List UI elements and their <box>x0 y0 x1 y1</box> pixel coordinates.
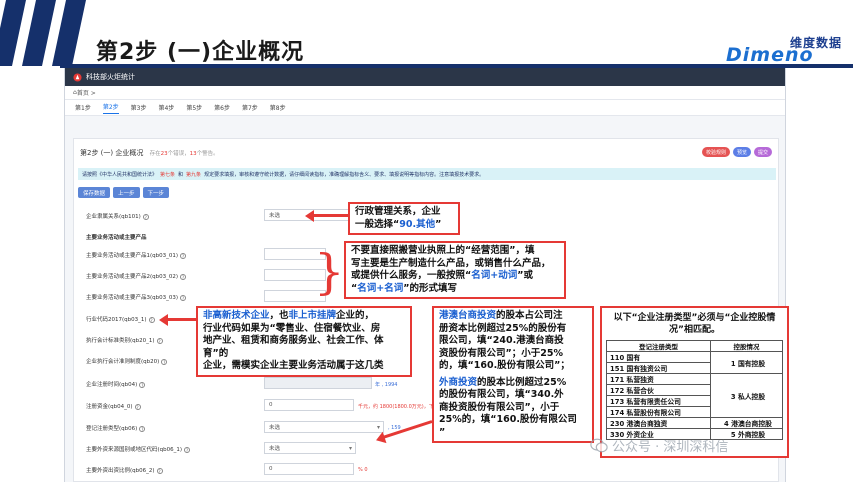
panel-error-summary: 存在23个错误，13个警告。 <box>149 151 219 157</box>
arrow-industry-code <box>159 313 196 326</box>
watermark: 公众号 · 深圳深科信 <box>590 436 728 455</box>
tab-step-7[interactable]: 第7步 <box>242 103 258 112</box>
preview-button[interactable]: 预览 <box>732 147 751 157</box>
check-rules-button[interactable]: 校验规则 <box>701 147 730 157</box>
action-bar: 保存数据 上一步 下一步 <box>78 187 170 198</box>
app-logo-icon <box>73 72 82 82</box>
dimeno-logo: 维度数据 Dimeno <box>716 32 848 66</box>
slide-title: 第2步 (一)企业概况 <box>96 40 305 65</box>
foreign-ratio-hint: % 0 <box>358 467 368 473</box>
registration-type-select[interactable]: 未选 <box>264 421 384 433</box>
callout-registration-type: 港澳台商投资的股本占公司注 册资本比例超过25%的股份有 限公司，填“240.港… <box>432 306 594 443</box>
registration-control-table: 登记注册类型 控股情况 110 国有 1 国有控股 151 国有独资公司 171… <box>606 340 784 440</box>
tab-step-2[interactable]: 第2步 <box>102 102 119 114</box>
breadcrumb-text[interactable]: 首页 > <box>77 88 96 97</box>
step-tabs: 第1步 第2步 第3步 第4步 第5步 第6步 第7步 第8步 <box>65 100 785 116</box>
help-icon: ? <box>142 213 149 220</box>
help-icon: ? <box>156 467 163 474</box>
foreign-country-label: 主要外资来源国别或地区代码(qb06_1)? <box>86 446 191 453</box>
tab-step-3[interactable]: 第3步 <box>131 103 147 112</box>
header-chevron-decoration <box>0 0 86 66</box>
next-step-button[interactable]: 下一步 <box>142 187 170 198</box>
registered-capital-hint: 千元，约 1800(1800.0万元)，下限 <box>358 404 439 410</box>
arrow-admin-relation <box>305 209 348 222</box>
watermark-text: 公众号 · 深圳深科信 <box>612 440 729 455</box>
table-row: 230 港澳台商独资 4 港澳台商控股 <box>606 417 784 429</box>
industry-code-label: 行业代码2017(qb03_1)? <box>86 316 155 323</box>
app-top-bar: 科技部火炬统计 <box>65 68 785 86</box>
callout-industry-code: 非高新技术企业，也非上市挂牌企业的， 行业代码如果为“零售业、住宿餐饮业、房 地… <box>196 306 412 377</box>
help-icon: ? <box>156 337 163 344</box>
tab-step-8[interactable]: 第8步 <box>270 103 286 112</box>
admin-relation-label: 企业隶属关系(qb101)? <box>86 213 149 220</box>
tab-step-6[interactable]: 第6步 <box>214 103 230 112</box>
submit-button[interactable]: 提交 <box>753 147 772 157</box>
table-row: 110 国有 1 国有控股 <box>606 351 784 374</box>
product2-label: 主要业务活动或主要产品2(qb03_02)? <box>86 273 187 280</box>
help-icon: ? <box>139 381 146 388</box>
product3-label: 主要业务活动或主要产品3(qb03_03)? <box>86 294 187 301</box>
callout-main-products: 不要直接照搬营业执照上的“经营范围”，填 写主要是生产制造什么产品，或销售什么产… <box>344 241 566 299</box>
help-icon: ? <box>148 316 155 323</box>
tab-step-4[interactable]: 第4步 <box>158 103 174 112</box>
help-icon: ? <box>180 252 187 259</box>
product1-label: 主要业务活动或主要产品1(qb03_01)? <box>86 252 187 259</box>
callout-admin-relation: 行政管理关系，企业 一般选择“90.其他” <box>348 202 460 235</box>
save-data-button[interactable]: 保存数据 <box>78 187 111 198</box>
registration-type-label: 登记注册类型(qb06)? <box>86 425 146 432</box>
table-title: 以下“企业注册类型”必须与“企业控股情况”相匹配。 <box>613 313 776 335</box>
slide: 第2步 (一)企业概况 维度数据 Dimeno 科技部火炬统计 ⌂ 首页 > 第… <box>0 0 853 482</box>
accounting-system-label: 企业执行会计准则制度(qb20)? <box>86 358 168 365</box>
brace-products: } <box>314 244 345 300</box>
registration-time-input[interactable] <box>264 377 372 389</box>
foreign-country-select[interactable]: 未选 <box>264 442 356 454</box>
registered-capital-input[interactable]: 0 <box>264 399 354 411</box>
panel-title: 第2步 (一) 企业概况 存在23个错误，13个警告。 <box>80 148 219 158</box>
registered-capital-label: 注册资金(qb04_0)? <box>86 403 141 410</box>
breadcrumb: ⌂ 首页 > <box>65 86 785 100</box>
panel-header-buttons: 校验规则 预览 提交 <box>701 147 772 157</box>
accounting-standard-label: 执行会计标准类别(qb20_1)? <box>86 337 163 344</box>
help-icon: ? <box>180 294 187 301</box>
table-header-type: 登记注册类型 <box>606 340 711 352</box>
statistics-law-notice: 请按照《中华人民共和国统计法》 第七条 和 第九条 规定要求填报，审核和遵守统计… <box>78 168 776 180</box>
registration-time-label: 企业注册时间(qb04)? <box>86 381 146 388</box>
help-icon: ? <box>161 358 168 365</box>
registration-time-hint: 年 , 1994 <box>375 382 398 388</box>
panel-title-text: 第2步 (一) 企业概况 <box>80 149 144 157</box>
main-products-section: 主要业务活动或主要产品 <box>86 235 147 241</box>
app-name: 科技部火炬统计 <box>86 73 135 81</box>
table-row: 171 私营独资 3 私人控股 <box>606 373 784 418</box>
help-icon: ? <box>184 446 191 453</box>
logo-en-text: Dimeno <box>726 44 814 66</box>
wechat-icon <box>590 438 608 453</box>
foreign-ratio-input[interactable]: 0 <box>264 463 354 475</box>
tab-step-5[interactable]: 第5步 <box>186 103 202 112</box>
table-header-control: 控股情况 <box>709 340 784 352</box>
help-icon: ? <box>134 403 141 410</box>
help-icon: ? <box>180 273 187 280</box>
help-icon: ? <box>139 425 146 432</box>
foreign-ratio-label: 主要外资出资比例(qb06_2)? <box>86 467 163 474</box>
tab-step-1[interactable]: 第1步 <box>75 103 91 112</box>
previous-step-button[interactable]: 上一步 <box>113 187 140 198</box>
